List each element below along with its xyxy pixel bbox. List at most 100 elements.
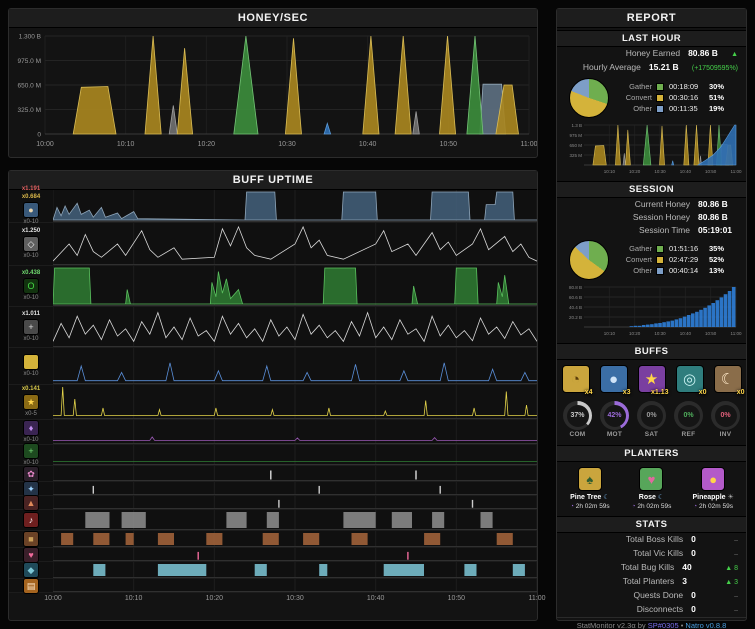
svg-text:10:10: 10:10 (117, 141, 135, 148)
buff-axis-tick: 10:00 (44, 595, 62, 602)
legend-percent: 19% (709, 104, 725, 113)
session-value: 80.86 B (698, 212, 728, 222)
session-breakdown: Gather 01:51:16 35% Convert 02:47:29 52% Other… (557, 237, 746, 282)
gauge-value: 0% (714, 404, 737, 427)
svg-text:10:50: 10:50 (440, 141, 458, 148)
gauge-com: 37% COM (563, 401, 592, 438)
gauge-label: COM (569, 431, 586, 438)
buff-uptime-rows: x1.191 x0.684 ● x0-10 x1.250 ◇ x0-10 x0.438 Ox0-… (9, 186, 537, 594)
statmonitor-window: HONEY/SEC 10:00 10:10 10:20 10:30 10:40 10:50… (0, 0, 755, 629)
mushroom-icon: ▲ (23, 494, 39, 511)
last-hour-label: Hourly Average (582, 62, 641, 72)
gauge-mot: 42% MOT (600, 401, 629, 438)
planter-pine-tree: ♠ Pine Tree ☾ ◔ 2h 02m 59s (559, 467, 620, 510)
honey-per-sec-chart: 10:00 10:10 10:20 10:30 10:40 10:50 11:00 1.300… (18, 34, 538, 149)
buff-row-journal: ▤ (9, 577, 537, 594)
buff-multiplier-label: x1.250 (21, 228, 41, 234)
legend-swatch (656, 245, 664, 253)
heart-bond-icon: ♥ (23, 546, 39, 563)
session-pie-chart (569, 240, 609, 280)
stat-delta: ▲ 3 (725, 579, 738, 586)
gauge-value: 0% (677, 404, 700, 427)
buff-row-meta: ♪ (9, 510, 53, 530)
buff-multiplier-label: x0.141 (21, 386, 41, 392)
planters-list: ♠ Pine Tree ☾ ◔ 2h 02m 59s ♥ Rose ☾ ◔ 2h 02m … (557, 462, 746, 514)
buff-uptime-panel: BUFF UPTIME x1.191 x0.684 ● x0-10 x1.250 ◇ x0-… (8, 170, 546, 621)
stat-delta: – (734, 607, 738, 614)
svg-text:975 M: 975 M (569, 133, 582, 138)
buff-row-purple-potion: ♦ x0-10 (9, 420, 537, 445)
buff-row-chart (53, 190, 537, 222)
session-label: Current Honey (634, 199, 690, 209)
svg-text:1.3 B: 1.3 B (571, 123, 582, 128)
stat-value: 0 (691, 604, 696, 614)
stat-row: Disconnects 0 – (557, 603, 746, 617)
legend-percent: 51% (709, 93, 725, 102)
buff-row-meta: ◆ (9, 562, 53, 578)
svg-text:20.2 B: 20.2 B (568, 315, 581, 320)
star-buff: ★ x1.13 (637, 365, 669, 396)
session-mini-chart-wrap: 10:10 10:20 10:30 10:40 10:50 11:00 80.8 B 60.6… (557, 282, 746, 341)
svg-text:40.4 B: 40.4 B (568, 305, 581, 310)
stat-label: Total Vic Kills (633, 548, 684, 558)
buff-row-chart (53, 307, 537, 347)
stat-value: 0 (691, 534, 696, 544)
svg-text:10:40: 10:40 (359, 141, 377, 148)
buffs-header: BUFFS (557, 343, 746, 360)
buff-row-chart (53, 223, 537, 265)
stat-row: Quests Done 0 – (557, 589, 746, 603)
buff-row-blossom: ✿ (9, 465, 537, 482)
legend-name: Gather (629, 82, 652, 91)
gauge-ring: 0% (637, 401, 666, 430)
buff-row-chart (53, 482, 537, 495)
buff-row-chart (53, 266, 537, 306)
stat-label: Total Planters (622, 576, 675, 586)
buff-row-green-boost: + x0-10 (9, 443, 537, 466)
buff-row-melody: ♪ (9, 510, 537, 531)
gauge-label: SAT (644, 431, 659, 438)
session-rows: Current Honey 80.86 B Session Honey 80.86 B… (557, 198, 746, 237)
buff-row-star-reward: x0.141 ★ x0-5 (9, 385, 537, 420)
session-value: 80.86 B (698, 199, 728, 209)
last-hour-legend: Gather 00:18:09 30% Convert 00:30:16 51% Other… (616, 82, 740, 114)
legend-item-convert: Convert 02:47:29 52% (616, 255, 740, 265)
buff-row-chart (53, 496, 537, 509)
svg-text:1.300 B: 1.300 B (19, 34, 41, 41)
buff-row-heart-bond: ♥ (9, 546, 537, 563)
legend-time: 01:51:16 (669, 244, 699, 253)
buff-row-haste: x1.250 ◇ x0-10 (9, 223, 537, 266)
green-extract-icon: O (23, 278, 39, 294)
buff-gauges: 37% COM 42% MOT 0% SAT 0% REF 0% INV (557, 399, 746, 443)
buff-axis-tick: 11:00 (528, 595, 546, 602)
svg-text:80.8 B: 80.8 B (568, 285, 581, 290)
oil-icon: + (23, 319, 39, 335)
stat-row: Total Vic Kills 0 – (557, 547, 746, 561)
buff-multiplier-label: x0.438 (21, 270, 41, 276)
last-hour-row: Hourly Average 15.21 B (+17509595%) (557, 61, 746, 75)
svg-text:11:00: 11:00 (521, 141, 538, 148)
buff-row-oil: x1.011 + x0-10 (9, 307, 537, 348)
last-hour-delta: ▲ (731, 51, 738, 58)
buff-row-meta: ▲ (9, 494, 53, 511)
last-hour-value: 15.21 B (648, 62, 679, 72)
legend-time: 00:18:09 (669, 82, 699, 91)
legend-percent: 13% (709, 266, 725, 275)
report-panel: REPORT LAST HOUR Honey Earned 80.86 B ▲ Hou… (556, 8, 747, 629)
stat-label: Quests Done (633, 590, 684, 600)
stat-label: Total Boss Kills (625, 534, 684, 544)
buff-row-meta: x0.141 ★ x0-5 (9, 385, 53, 419)
legend-swatch (656, 267, 664, 275)
buff-multiplier-label: x1.191 (21, 186, 41, 192)
footer-text: Natro v0.8.8 (685, 621, 727, 629)
legend-time: 00:40:14 (669, 266, 699, 275)
planter-name: Pineapple ☀ (692, 494, 734, 501)
buff-row-meta: x0-10 (9, 348, 53, 384)
buff-row-meta: ✿ (9, 465, 53, 482)
report-panel-title: REPORT (557, 9, 746, 28)
session-label: Session Honey (632, 212, 690, 222)
gauge-ref: 0% REF (674, 401, 703, 438)
svg-text:10:30: 10:30 (654, 169, 666, 174)
legend-time: 02:47:29 (669, 255, 699, 264)
legend-swatch (656, 105, 664, 113)
buff-row-treat-feed: ■ (9, 531, 537, 548)
